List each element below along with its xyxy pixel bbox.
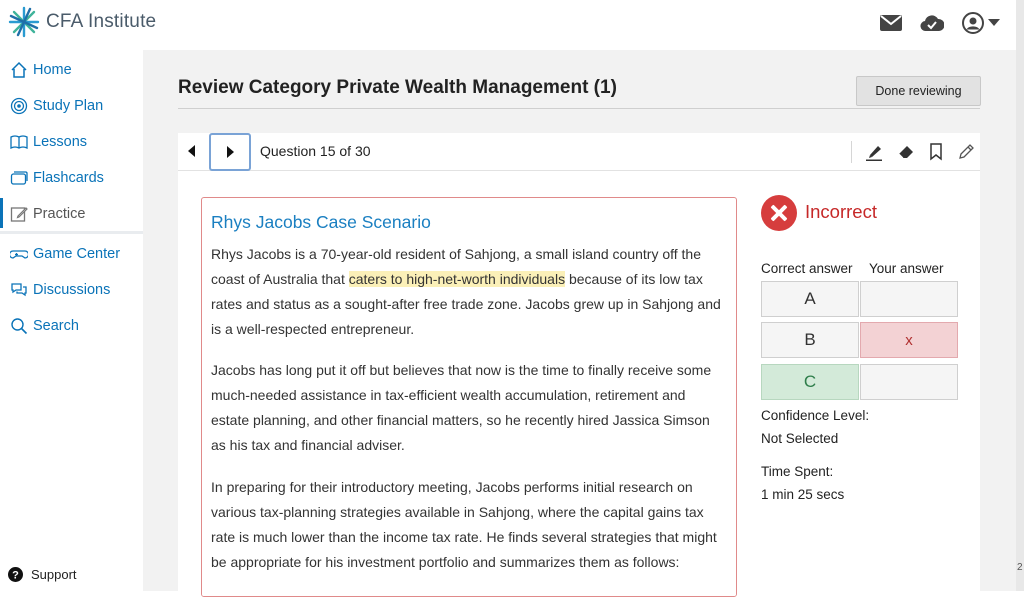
help-icon: ? [8, 567, 23, 582]
confidence-label: Confidence Level: [761, 408, 870, 423]
sidebar-item-label: Game Center [33, 246, 121, 262]
incorrect-x-icon [761, 195, 797, 231]
sidebar-item-label: Home [33, 62, 72, 78]
edit-icon [10, 207, 28, 222]
home-icon [11, 61, 27, 78]
question-content: Rhys Jacobs Case Scenario Rhys Jacobs is… [178, 171, 980, 597]
active-indicator [0, 198, 3, 228]
option-cell: A [761, 281, 859, 317]
brand-name: CFA Institute [46, 11, 157, 32]
svg-text:?: ? [12, 570, 19, 582]
mail-icon[interactable] [880, 15, 902, 31]
pencil-icon[interactable] [956, 142, 976, 162]
case-paragraph-1: Rhys Jacobs is a 70-year-old resident of… [211, 242, 727, 342]
answer-row: C [761, 364, 958, 400]
confidence-value: Not Selected [761, 431, 839, 446]
gamepad-icon [10, 250, 28, 259]
previous-question-button[interactable] [188, 145, 195, 157]
main-panel: Review Category Private Wealth Managemen… [143, 50, 1016, 597]
sidebar-item-lessons[interactable]: Lessons [10, 133, 87, 151]
user-account-icon[interactable] [962, 12, 984, 34]
chat-icon [11, 283, 27, 297]
correct-answer-header: Correct answer [761, 261, 853, 276]
sidebar-item-practice[interactable]: Practice [10, 205, 85, 223]
sidebar: Home Study Plan Lessons Flashcards Pract… [0, 50, 143, 591]
case-paragraph-2: Jacobs has long put it off but believes … [211, 362, 712, 453]
window-edge [1016, 0, 1024, 591]
support-label: Support [31, 567, 77, 582]
sidebar-item-game-center[interactable]: Game Center [10, 245, 120, 263]
question-counter: Question 15 of 30 [260, 143, 371, 159]
case-paragraph-3: In preparing for their introductory meet… [211, 479, 717, 570]
your-answer-cell [860, 364, 958, 400]
done-reviewing-button[interactable]: Done reviewing [856, 76, 981, 106]
answer-row: A [761, 281, 958, 317]
caret-down-icon[interactable] [988, 19, 1000, 27]
highlighted-text[interactable]: caters to high-net-worth individuals [348, 271, 566, 287]
search-icon [11, 318, 28, 335]
top-bar: CFA Institute [0, 0, 1016, 50]
answer-row: B x [761, 322, 958, 358]
title-divider [178, 108, 980, 109]
toolbar-divider [851, 141, 852, 163]
support-link[interactable]: ? Support [8, 567, 77, 582]
your-answer-cell-wrong: x [860, 322, 958, 358]
sidebar-item-label: Flashcards [33, 170, 104, 186]
book-icon [10, 135, 28, 150]
next-arrow-icon [227, 146, 234, 158]
sidebar-divider [0, 231, 143, 234]
cfa-logo[interactable]: CFA Institute [8, 6, 156, 38]
eraser-icon[interactable] [896, 142, 916, 162]
sidebar-item-label: Discussions [33, 282, 111, 298]
scroll-fade [202, 574, 736, 596]
sidebar-item-study-plan[interactable]: Study Plan [10, 97, 103, 115]
sidebar-item-search[interactable]: Search [10, 317, 79, 335]
page-title: Review Category Private Wealth Managemen… [178, 77, 617, 98]
sidebar-item-label: Practice [33, 206, 86, 222]
sidebar-item-discussions[interactable]: Discussions [10, 281, 110, 299]
highlighter-icon[interactable] [864, 142, 884, 162]
cards-icon [10, 171, 28, 185]
question-toolbar: Question 15 of 30 [178, 133, 980, 171]
edge-text: 2 [1017, 562, 1023, 573]
your-answer-cell [860, 281, 958, 317]
case-scenario-panel[interactable]: Rhys Jacobs Case Scenario Rhys Jacobs is… [201, 197, 737, 597]
sidebar-item-home[interactable]: Home [10, 61, 72, 79]
option-cell: B [761, 322, 859, 358]
cloud-check-icon[interactable] [920, 14, 944, 32]
sidebar-item-label: Search [33, 318, 79, 334]
time-spent-value: 1 min 25 secs [761, 487, 845, 502]
bookmark-icon[interactable] [928, 142, 944, 162]
option-cell-correct: C [761, 364, 859, 400]
sidebar-item-label: Lessons [33, 134, 88, 150]
time-spent-label: Time Spent: [761, 464, 834, 479]
result-status: Incorrect [805, 201, 877, 222]
your-answer-header: Your answer [869, 261, 944, 276]
sidebar-item-flashcards[interactable]: Flashcards [10, 169, 104, 187]
case-title: Rhys Jacobs Case Scenario [211, 212, 431, 232]
cfa-globe-icon [8, 6, 40, 38]
sidebar-item-label: Study Plan [33, 98, 104, 114]
target-icon [10, 97, 28, 115]
next-question-button[interactable] [209, 133, 251, 171]
